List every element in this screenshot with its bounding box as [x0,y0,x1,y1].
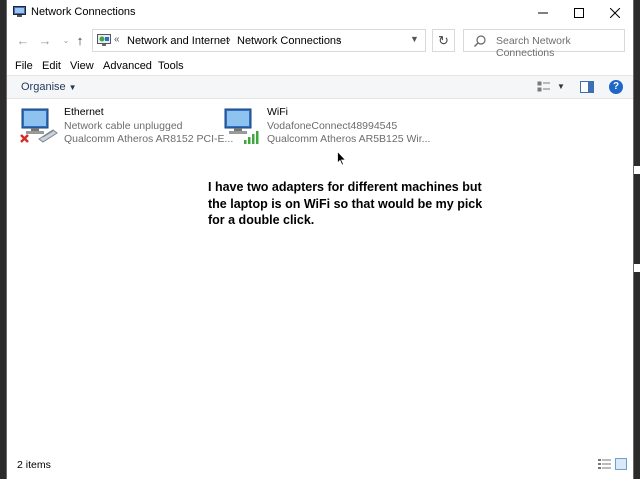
menu-bar: File Edit View Advanced Tools [7,58,633,75]
adapter-device: Qualcomm Atheros AR8152 PCI-E... [64,133,234,145]
background-window-edge [634,166,640,174]
ethernet-disconnected-icon [20,108,58,143]
breadcrumb-network-and-internet[interactable]: Network and Internet [127,35,229,47]
adapter-status: Network cable unplugged [64,120,183,132]
item-count: 2 items [17,459,51,471]
menu-edit[interactable]: Edit [42,60,61,72]
minimize-button[interactable] [525,0,561,25]
help-icon[interactable]: ? [609,80,623,94]
navigation-bar: ← → ⌄ ↑ « Network and Internet › Network… [7,27,633,59]
maximize-icon [574,7,584,18]
arrow-up-icon: ↑ [76,32,84,48]
search-placeholder: Search Network Connections [496,35,571,59]
address-dropdown-icon[interactable]: ▼ [410,34,419,44]
preview-pane-icon[interactable] [580,81,594,93]
title-bar[interactable]: Network Connections [7,0,633,25]
up-button[interactable]: ↑ [72,32,88,48]
organise-button[interactable]: Organise ▼ [21,81,77,93]
search-icon [474,35,486,47]
mouse-cursor-icon [337,151,347,166]
view-options-caret-icon[interactable]: ▼ [557,82,565,91]
control-panel-icon [97,34,111,46]
adapter-wifi[interactable]: WiFi VodafoneConnect48994545 Qualcomm At… [222,104,430,146]
adapter-name: Ethernet [64,106,104,118]
breadcrumb-separator-icon[interactable]: › [337,34,341,46]
wifi-signal-icon [224,108,259,144]
menu-file[interactable]: File [15,60,33,72]
address-bar[interactable]: « Network and Internet › Network Connect… [92,29,426,52]
background-window-edge [634,264,640,272]
maximize-button[interactable] [561,0,597,25]
change-view-icon[interactable] [537,81,551,93]
caret-down-icon: ▼ [68,83,77,92]
back-button[interactable]: ← [15,32,31,48]
minimize-icon [538,12,548,13]
status-bar: 2 items [7,451,633,477]
breadcrumb-network-connections[interactable]: Network Connections [237,35,342,47]
menu-view[interactable]: View [70,60,94,72]
refresh-icon: ↻ [438,32,449,48]
annotation-text: I have two adapters for different machin… [208,180,483,227]
adapter-status: VodafoneConnect48994545 [267,120,398,132]
adapter-ethernet[interactable]: Ethernet Network cable unplugged Qualcom… [19,104,233,146]
breadcrumb-separator-icon[interactable]: › [227,34,231,46]
command-bar: Organise ▼ ▼ ? [7,75,633,99]
adapter-name: WiFi [267,106,288,118]
close-icon [610,7,620,18]
chevron-down-icon: ⌄ [62,35,70,45]
explorer-window: Network Connections ← → ⌄ ↑ « Network an… [6,0,634,479]
close-button[interactable] [597,0,633,25]
refresh-button[interactable]: ↻ [432,29,455,52]
connections-list: Ethernet Network cable unplugged Qualcom… [7,99,633,451]
window-title: Network Connections [31,6,136,18]
arrow-left-icon: ← [16,32,30,48]
breadcrumb-overflow-icon[interactable]: « [114,34,120,45]
network-connections-app-icon [13,6,26,17]
details-view-icon[interactable] [598,459,611,469]
large-icons-view-icon[interactable] [615,458,627,470]
menu-advanced[interactable]: Advanced [103,60,152,72]
arrow-right-icon: → [38,32,52,48]
adapter-device: Qualcomm Atheros AR5B125 Wir... [267,133,431,145]
forward-button[interactable]: → [37,32,53,48]
organise-label: Organise [21,81,66,93]
search-input[interactable]: Search Network Connections [463,29,625,59]
menu-tools[interactable]: Tools [158,60,184,72]
